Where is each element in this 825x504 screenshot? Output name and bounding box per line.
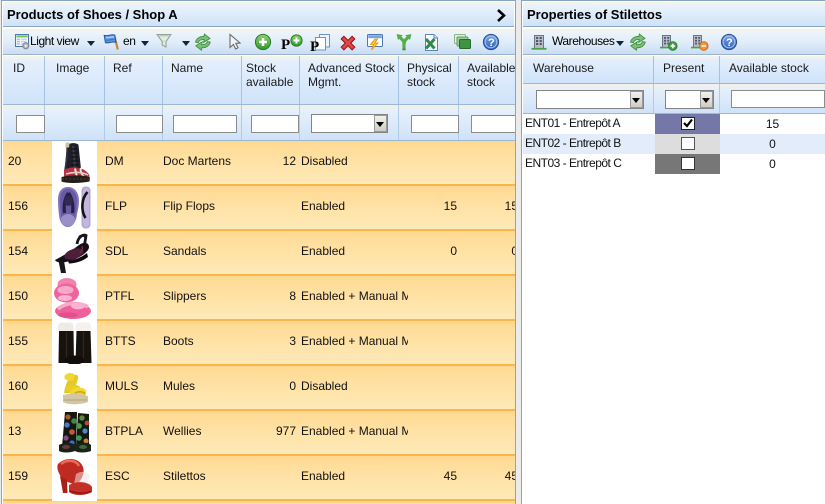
svg-text:P: P bbox=[281, 37, 290, 53]
svg-text:P: P bbox=[310, 39, 319, 53]
svg-text:?: ? bbox=[726, 37, 733, 49]
svg-text:?: ? bbox=[488, 37, 495, 49]
